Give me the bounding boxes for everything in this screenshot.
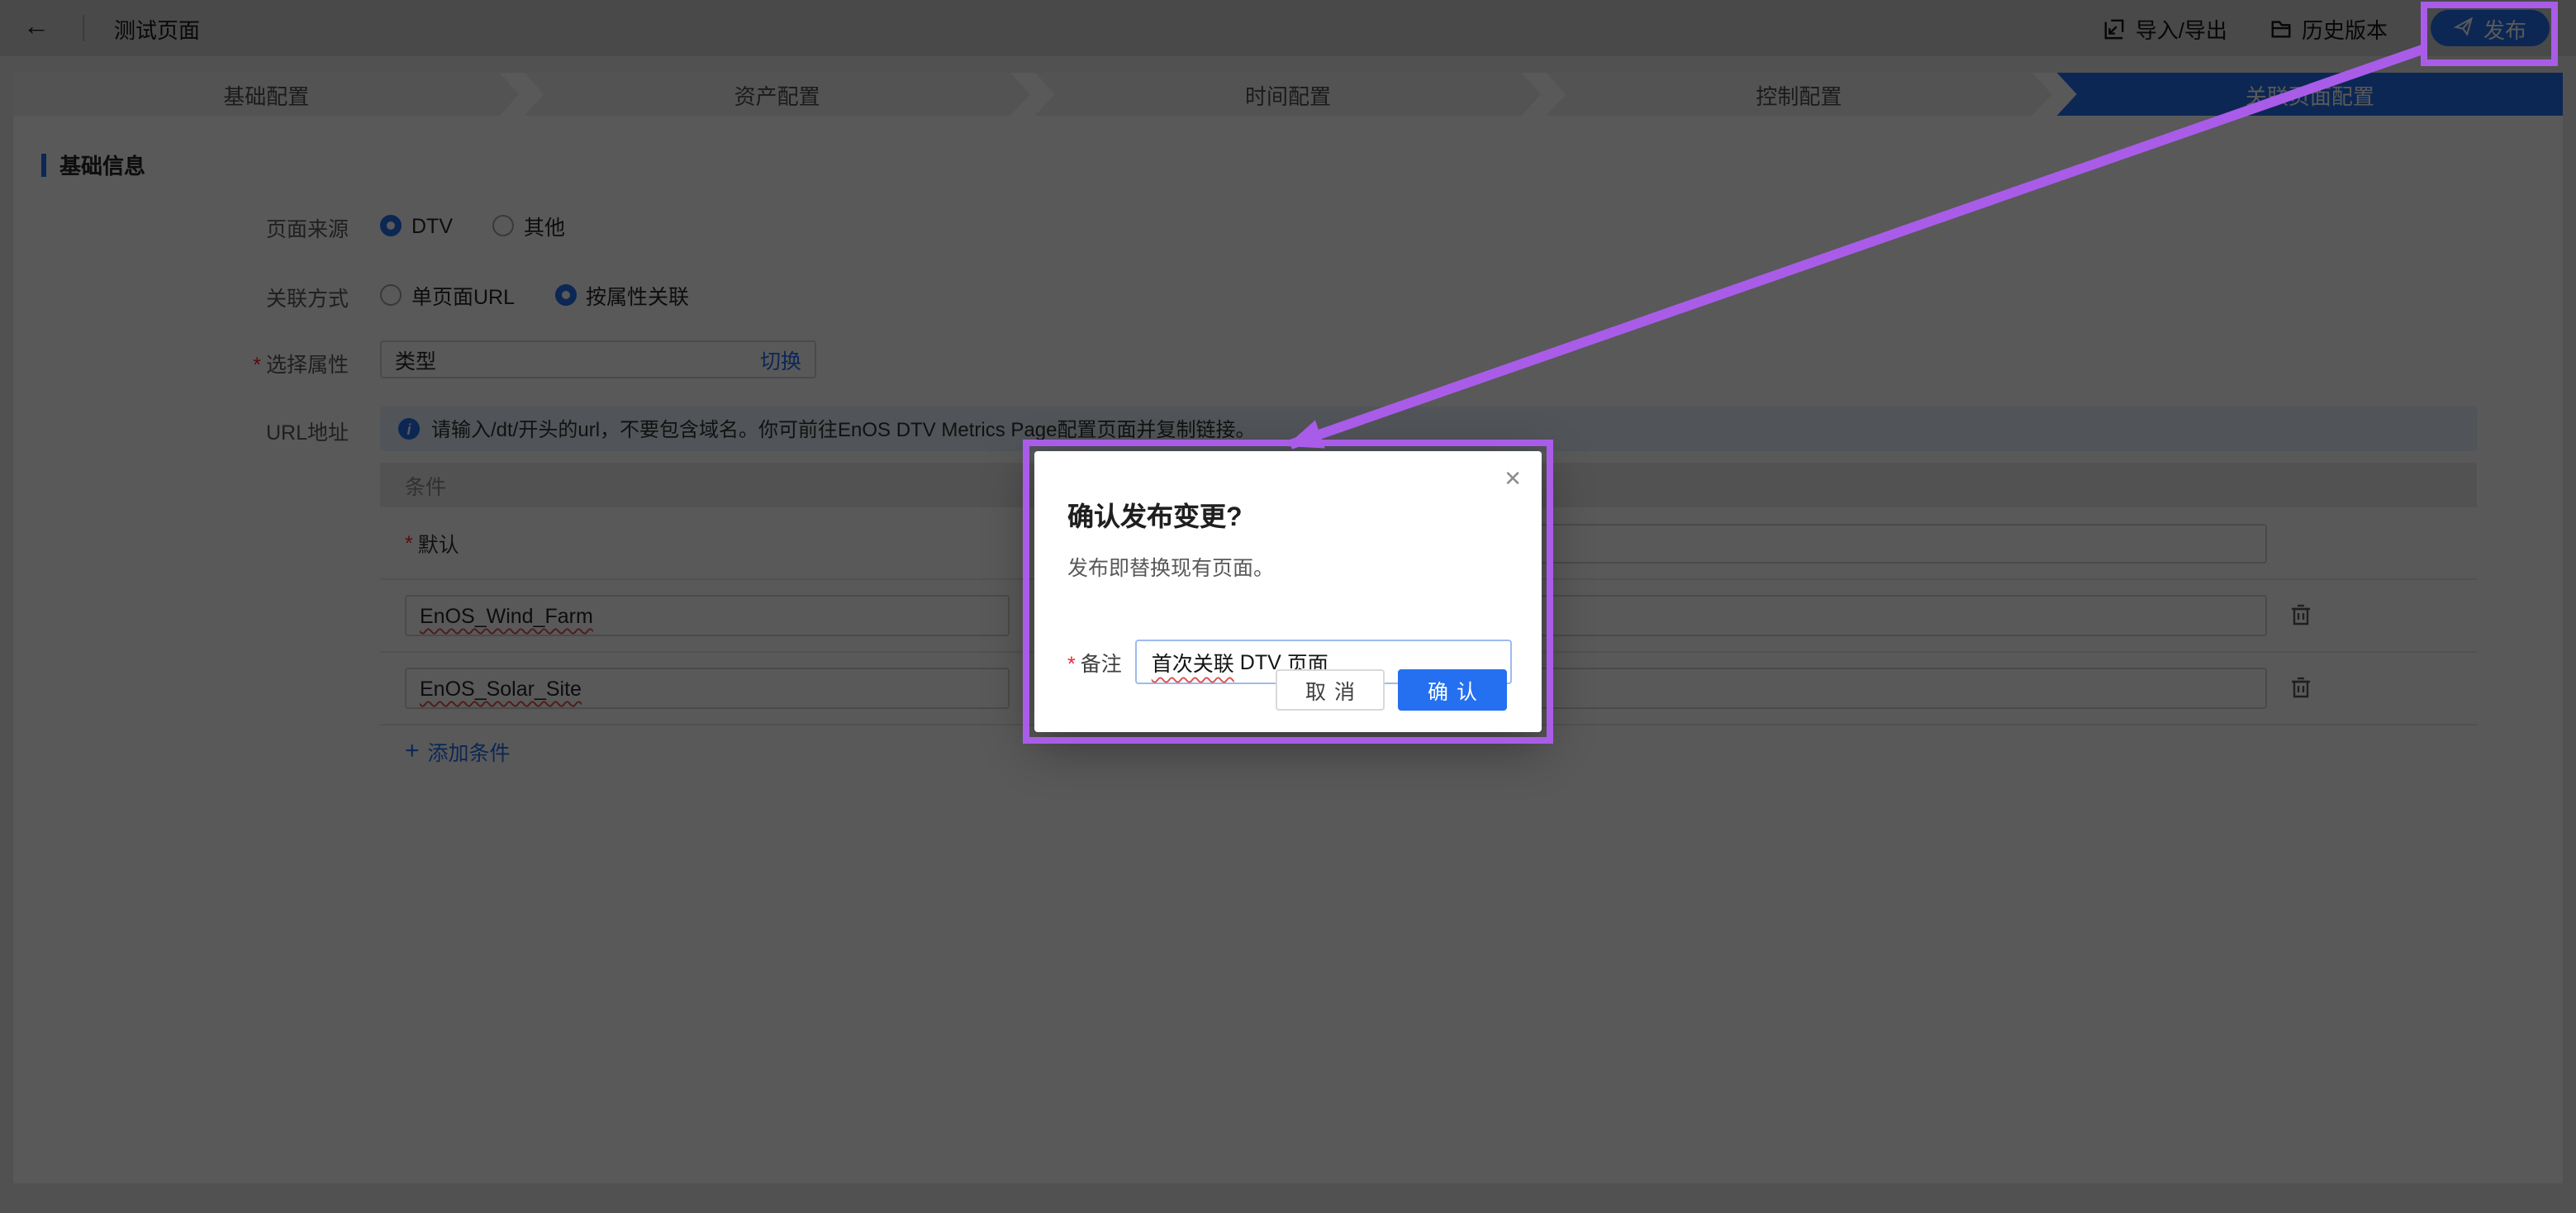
dialog-message: 发布即替换现有页面。	[1067, 550, 1274, 582]
note-label: *备注	[1067, 646, 1122, 678]
required-asterisk: *	[1067, 653, 1076, 676]
app-window: ← 测试页面 导入/导出 历史版本	[0, 0, 2576, 1213]
confirm-publish-dialog: ✕ 确认发布变更? 发布即替换现有页面。 *备注 首次关联 DTV 页面 取消 …	[1034, 451, 1542, 732]
confirm-button[interactable]: 确认	[1398, 669, 1507, 711]
note-value-part: 首次关联	[1152, 646, 1234, 678]
close-icon[interactable]: ✕	[1504, 468, 1522, 489]
dialog-title: 确认发布变更?	[1067, 494, 1243, 534]
cancel-button[interactable]: 取消	[1276, 669, 1385, 711]
